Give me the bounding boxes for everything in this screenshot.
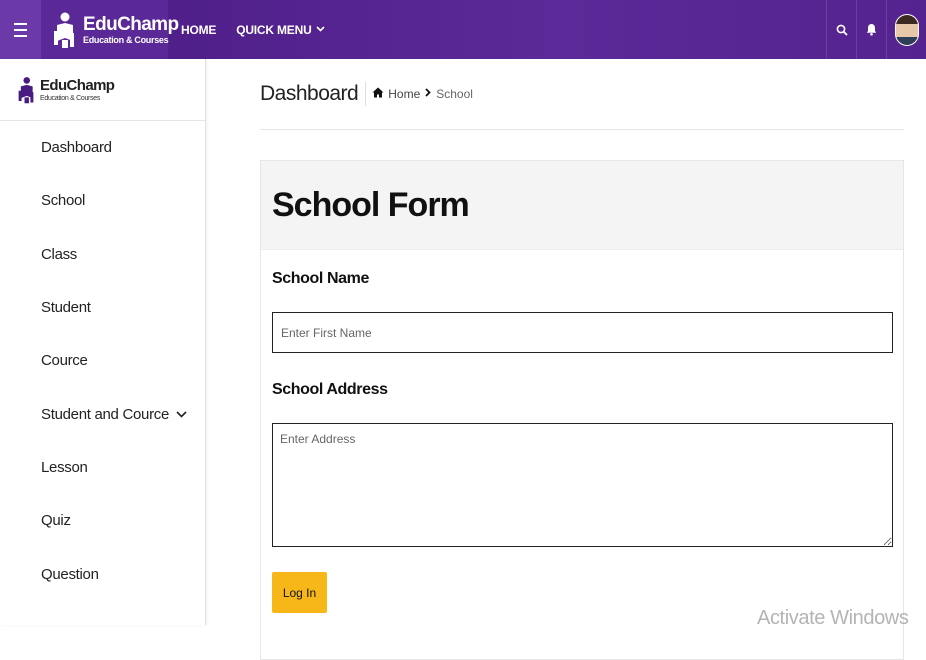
sidebar-item-label: Quiz	[41, 512, 71, 530]
breadcrumb-home-link[interactable]: Home	[388, 87, 420, 101]
header-logo[interactable]: EduChamp Education & Courses	[41, 0, 179, 59]
top-navbar: EduChamp Education & Courses HOME QUICK …	[0, 0, 926, 59]
home-icon[interactable]	[372, 87, 384, 101]
chevron-down-icon[interactable]	[176, 407, 187, 421]
activate-windows-watermark: Activate Windows	[757, 607, 909, 629]
sidebar-logo[interactable]: EduChamp Education & Courses	[0, 59, 205, 121]
sidebar-item-label: School	[41, 192, 86, 210]
sidebar-item-label: Question	[41, 565, 99, 583]
school-address-label: School Address	[272, 381, 388, 398]
breadcrumb: Home School	[372, 87, 473, 101]
user-avatar-button[interactable]	[886, 0, 926, 59]
sidebar-brand-tagline: Education & Courses	[40, 94, 101, 102]
sidebar-item-class[interactable]: Class	[0, 228, 205, 281]
sidebar-item-lesson[interactable]: Lesson	[0, 441, 205, 494]
breadcrumb-current: School	[436, 87, 473, 101]
sidebar-item-cource[interactable]: Cource	[0, 334, 205, 387]
sidebar: EduChamp Education & Courses Dashboard S…	[0, 59, 206, 625]
nav-quick-menu[interactable]: QUICK MENU	[236, 22, 325, 37]
chevron-down-icon	[315, 24, 325, 35]
sidebar-item-label: Student	[41, 299, 91, 317]
sidebar-item-label: Cource	[41, 352, 88, 370]
sidebar-item-label: Lesson	[41, 458, 88, 476]
brand-name: EduChamp	[83, 13, 179, 35]
sidebar-item-question[interactable]: Question	[0, 547, 205, 600]
sidebar-item-dashboard[interactable]: Dashboard	[0, 121, 205, 174]
sidebar-item-label: Student and Cource	[41, 405, 170, 423]
top-nav: HOME QUICK MENU	[181, 23, 345, 37]
nav-home-link[interactable]: HOME	[181, 23, 216, 37]
sidebar-item-student-and-cource[interactable]: Student and Cource	[0, 387, 205, 440]
form-body: School Name School Address Log In	[261, 270, 903, 613]
menu-icon[interactable]	[0, 0, 41, 59]
school-form-card: School Form School Name School Address L…	[260, 160, 904, 660]
bell-icon[interactable]	[856, 0, 886, 59]
sidebar-brand-name: EduChamp	[40, 76, 115, 94]
sidebar-item-label: Class	[41, 245, 78, 263]
main-content: Dashboard Home School School Form School…	[260, 59, 904, 660]
sidebar-item-student[interactable]: Student	[0, 281, 205, 334]
nav-quick-menu-label: QUICK MENU	[236, 22, 312, 37]
form-header: School Form	[261, 161, 903, 250]
school-name-input[interactable]	[272, 312, 893, 353]
sidebar-item-label: Dashboard	[41, 139, 112, 157]
sidebar-item-quiz[interactable]: Quiz	[0, 494, 205, 547]
form-title: School Form	[272, 185, 470, 224]
login-button[interactable]: Log In	[272, 572, 327, 613]
nav-home-label: HOME	[181, 22, 217, 37]
avatar	[894, 13, 919, 46]
school-name-label: School Name	[272, 270, 369, 287]
educhamp-logo-icon	[16, 76, 36, 104]
page-header: Dashboard Home School	[260, 59, 904, 130]
brand-tagline: Education & Courses	[83, 34, 169, 45]
educhamp-logo-icon	[51, 11, 77, 49]
page-title: Dashboard	[260, 82, 367, 106]
search-icon[interactable]	[826, 0, 856, 59]
chevron-right-icon	[425, 88, 432, 100]
sidebar-item-school[interactable]: School	[0, 174, 205, 227]
school-address-textarea[interactable]	[272, 423, 893, 547]
